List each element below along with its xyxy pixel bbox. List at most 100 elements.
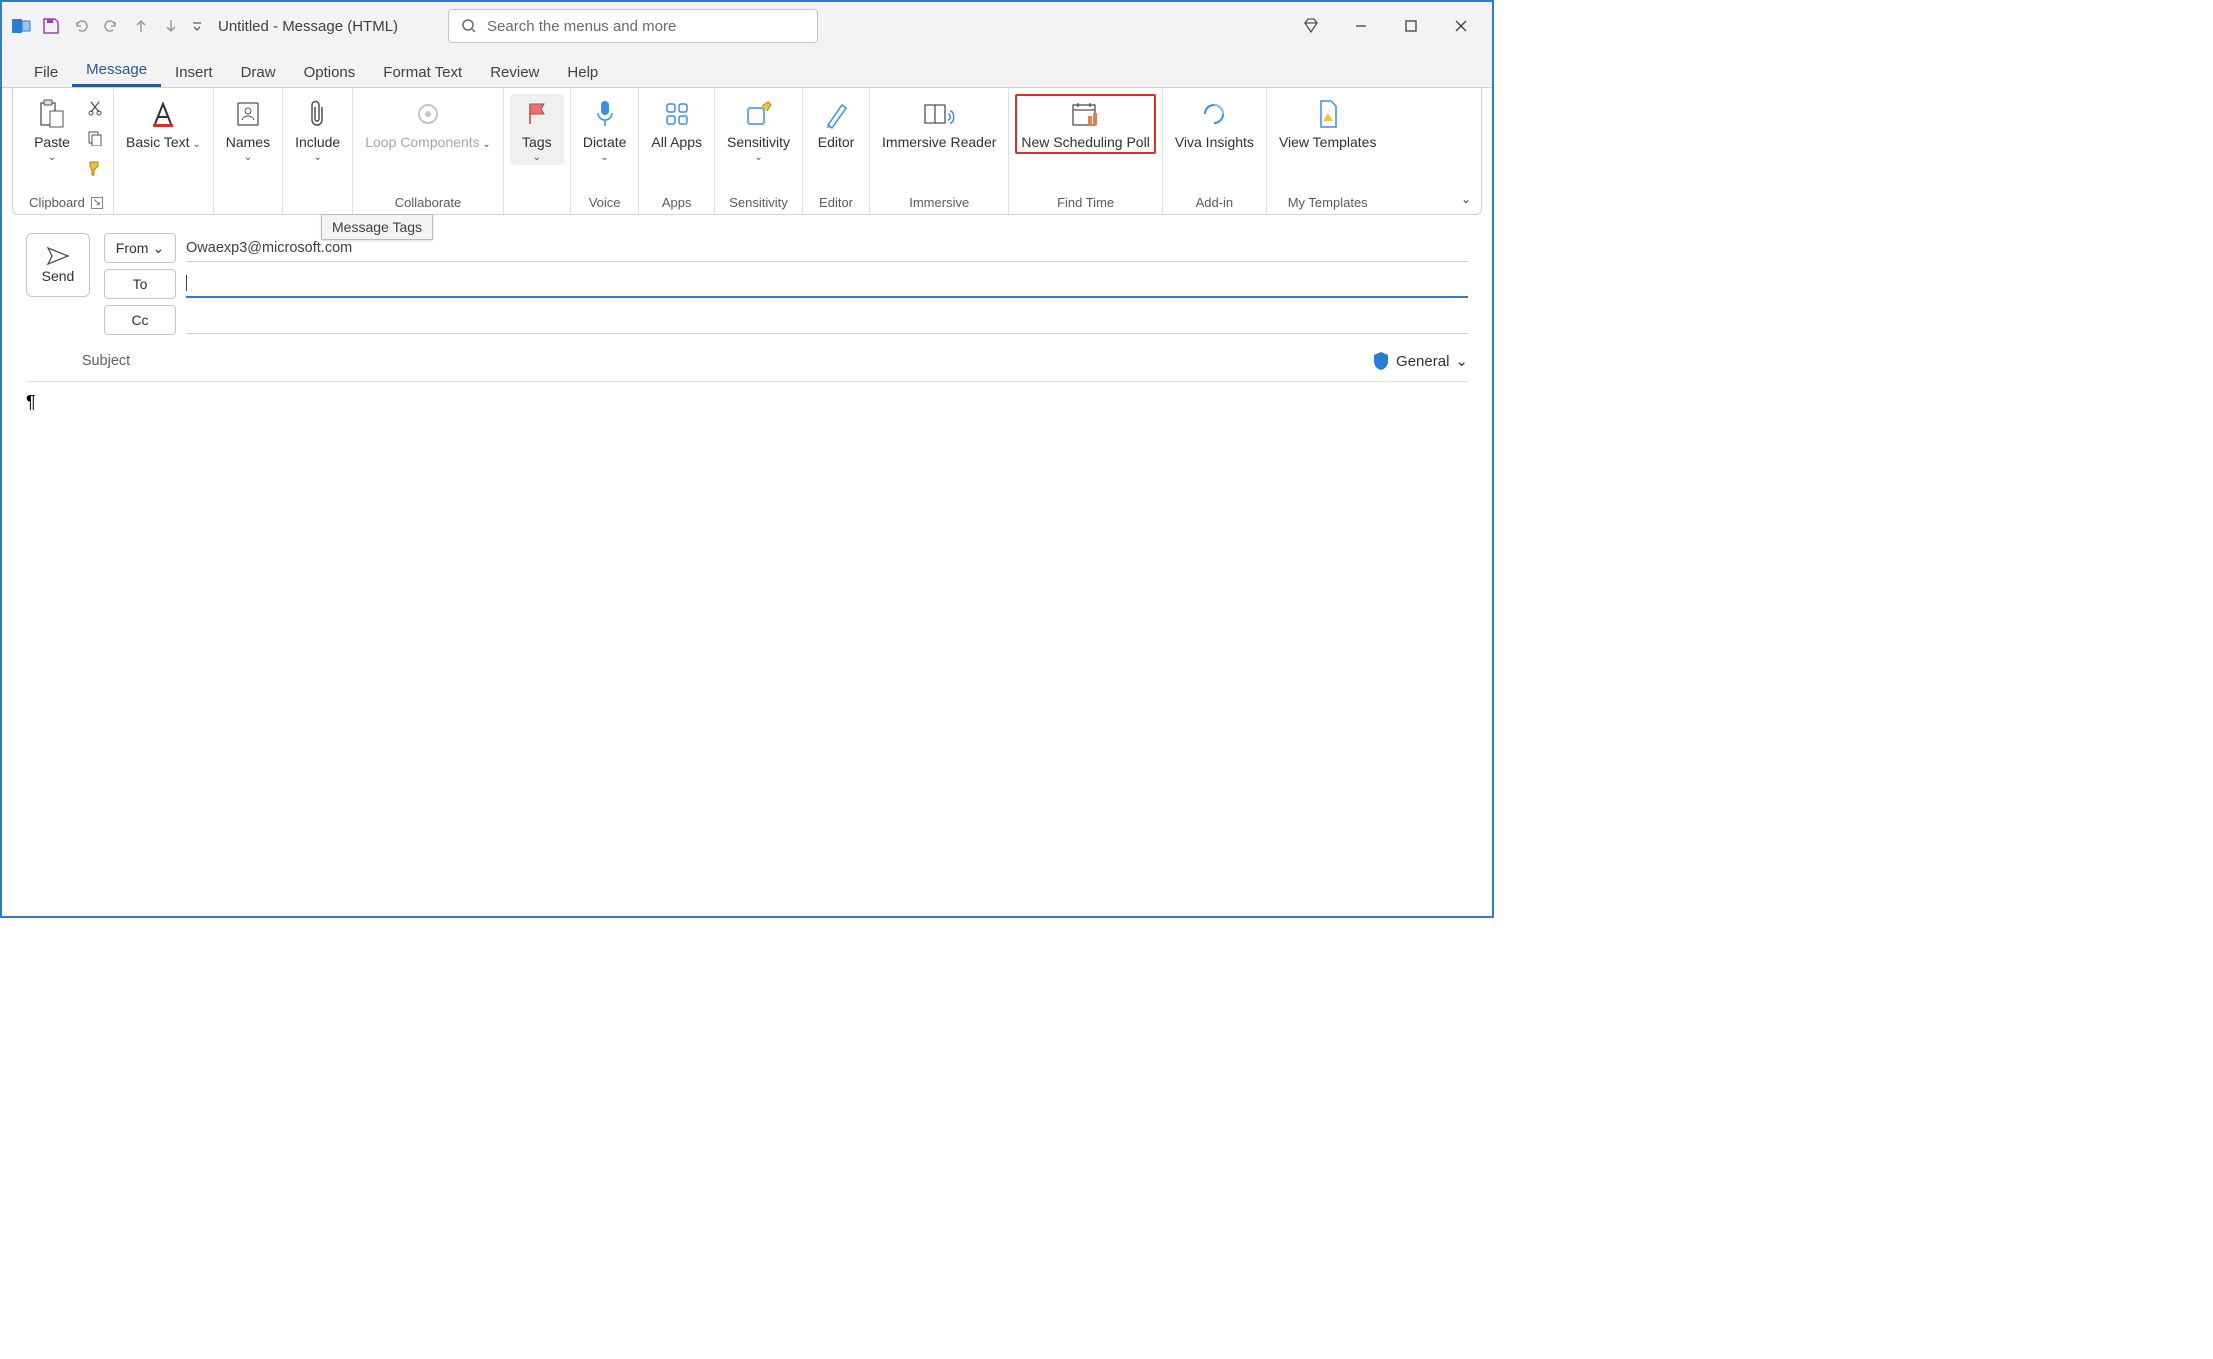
chevron-down-icon: ⌄ — [313, 152, 321, 163]
paste-button[interactable]: Paste ⌄ — [25, 94, 79, 165]
arrow-down-icon[interactable] — [160, 15, 182, 37]
tab-options[interactable]: Options — [290, 58, 370, 87]
group-clipboard: Paste ⌄ Clipboard↘ — [19, 88, 114, 214]
qat-customize-icon[interactable] — [190, 15, 204, 37]
cc-row: Cc — [104, 305, 1468, 335]
chevron-down-icon: ⌄ — [754, 152, 762, 163]
group-addin: Viva Insights Add-in — [1163, 88, 1267, 214]
book-speaker-icon — [922, 96, 956, 132]
undo-icon[interactable] — [70, 15, 92, 37]
sensitivity-badge[interactable]: General ⌄ — [1372, 351, 1468, 371]
save-icon[interactable] — [40, 15, 62, 37]
search-icon — [461, 18, 477, 34]
message-body[interactable]: ¶ — [2, 382, 1492, 423]
cc-button[interactable]: Cc — [104, 305, 176, 335]
search-placeholder: Search the menus and more — [487, 18, 676, 35]
viva-insights-button[interactable]: Viva Insights — [1169, 94, 1260, 154]
cc-field[interactable] — [186, 306, 1468, 334]
compose-header: Send From ⌄ Owaexp3@microsoft.com To Cc … — [2, 215, 1492, 382]
group-my-templates: View Templates My Templates — [1267, 88, 1389, 214]
from-button[interactable]: From ⌄ — [104, 233, 176, 263]
basic-text-button[interactable]: Basic Text ⌄ — [120, 94, 207, 154]
chevron-down-icon: ⌄ — [244, 152, 252, 163]
send-button[interactable]: Send — [26, 233, 90, 297]
dictate-button[interactable]: Dictate ⌄ — [577, 94, 633, 165]
cut-icon[interactable] — [83, 96, 107, 120]
from-row: From ⌄ Owaexp3@microsoft.com — [104, 233, 1468, 263]
ribbon-tabs: File Message Insert Draw Options Format … — [2, 50, 1492, 88]
all-apps-button[interactable]: All Apps — [645, 94, 708, 154]
search-box[interactable]: Search the menus and more — [448, 9, 818, 43]
editor-button[interactable]: Editor — [809, 94, 863, 154]
group-tags: Tags ⌄ — [504, 88, 571, 214]
paste-icon — [38, 96, 66, 132]
tab-file[interactable]: File — [20, 58, 72, 87]
group-include: Include ⌄ — [283, 88, 353, 214]
group-find-time: New Scheduling Poll Find Time — [1009, 88, 1162, 214]
shield-icon — [1372, 351, 1390, 371]
copy-icon[interactable] — [83, 126, 107, 150]
ribbon-collapse-icon[interactable]: ⌄ — [1461, 192, 1471, 206]
sensitivity-button[interactable]: Sensitivity ⌄ — [721, 94, 796, 165]
tooltip-message-tags: Message Tags — [321, 214, 433, 240]
tab-insert[interactable]: Insert — [161, 58, 227, 87]
dialog-launcher-icon[interactable]: ↘ — [91, 197, 103, 209]
view-templates-button[interactable]: View Templates — [1273, 94, 1383, 154]
to-field[interactable] — [186, 270, 1468, 298]
group-collaborate: Loop Components ⌄ Collaborate — [353, 88, 504, 214]
close-button[interactable] — [1450, 15, 1472, 37]
template-icon — [1316, 96, 1340, 132]
address-book-icon — [235, 96, 261, 132]
loop-components-button[interactable]: Loop Components ⌄ — [359, 94, 497, 154]
names-button[interactable]: Names ⌄ — [220, 94, 276, 165]
format-painter-icon[interactable] — [83, 156, 107, 180]
chevron-down-icon: ⌄ — [533, 152, 541, 163]
subject-row: Subject General ⌄ — [26, 341, 1468, 382]
tab-message[interactable]: Message — [72, 55, 161, 87]
window-title: Untitled - Message (HTML) — [218, 18, 398, 35]
flag-icon — [524, 96, 550, 132]
group-editor: Editor Editor — [803, 88, 870, 214]
chevron-down-icon: ⌄ — [48, 152, 56, 163]
title-bar: Untitled - Message (HTML) Search the men… — [2, 2, 1492, 50]
redo-icon[interactable] — [100, 15, 122, 37]
loop-icon — [415, 96, 441, 132]
pen-icon — [824, 96, 848, 132]
arrow-up-icon[interactable] — [130, 15, 152, 37]
group-basic-text: Basic Text ⌄ — [114, 88, 214, 214]
subject-label: Subject — [26, 353, 186, 369]
send-icon — [46, 246, 70, 266]
group-names: Names ⌄ — [214, 88, 283, 214]
diamond-icon[interactable] — [1300, 15, 1322, 37]
group-immersive: Immersive Reader Immersive — [870, 88, 1009, 214]
tab-format-text[interactable]: Format Text — [369, 58, 476, 87]
chevron-down-icon: ⌄ — [600, 152, 608, 163]
to-button[interactable]: To — [104, 269, 176, 299]
paperclip-icon — [308, 96, 328, 132]
viva-icon — [1199, 96, 1229, 132]
include-button[interactable]: Include ⌄ — [289, 94, 346, 165]
sensitivity-icon — [744, 96, 774, 132]
calendar-poll-icon — [1070, 96, 1102, 132]
maximize-button[interactable] — [1400, 15, 1422, 37]
ribbon: Paste ⌄ Clipboard↘ Basic Text ⌄ — [12, 88, 1482, 215]
tags-button[interactable]: Tags ⌄ — [510, 94, 564, 165]
quick-access-toolbar — [10, 15, 204, 37]
tab-review[interactable]: Review — [476, 58, 553, 87]
tab-draw[interactable]: Draw — [227, 58, 290, 87]
group-voice: Dictate ⌄ Voice — [571, 88, 640, 214]
chevron-down-icon: ⌄ — [1455, 352, 1468, 370]
microphone-icon — [594, 96, 616, 132]
window-controls — [1300, 15, 1472, 37]
group-sensitivity: Sensitivity ⌄ Sensitivity — [715, 88, 803, 214]
group-apps: All Apps Apps — [639, 88, 715, 214]
chevron-down-icon: ⌄ — [152, 240, 164, 257]
tab-help[interactable]: Help — [553, 58, 612, 87]
minimize-button[interactable] — [1350, 15, 1372, 37]
new-scheduling-poll-button[interactable]: New Scheduling Poll — [1015, 94, 1155, 154]
outlook-icon — [10, 15, 32, 37]
to-row: To — [104, 269, 1468, 299]
immersive-reader-button[interactable]: Immersive Reader — [876, 94, 1002, 154]
apps-grid-icon — [664, 96, 690, 132]
text-a-icon — [149, 96, 177, 132]
